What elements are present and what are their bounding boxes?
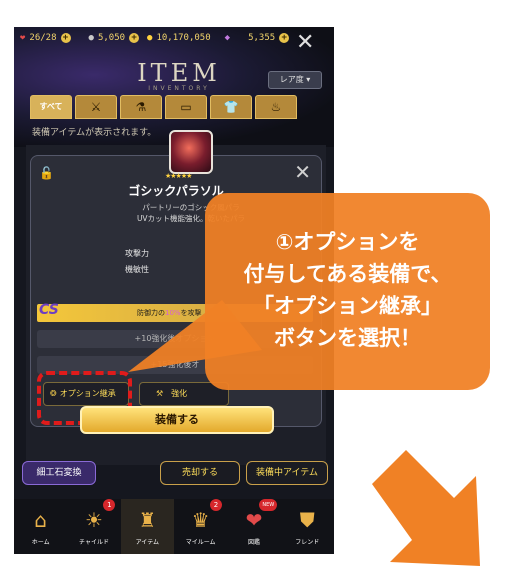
- next-step-arrow-icon: [372, 450, 480, 566]
